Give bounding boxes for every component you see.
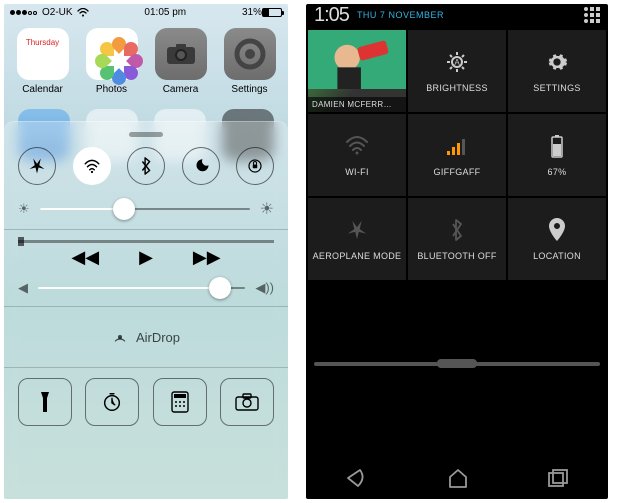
signal-dots-icon [10,7,38,18]
slider-track[interactable] [40,208,250,210]
home-button[interactable] [447,468,469,488]
camera-icon [155,28,207,80]
rewind-button[interactable]: ◀◀ [71,247,99,268]
airplane-icon [346,217,368,243]
quick-settings-toggle-icon[interactable] [584,7,600,23]
flashlight-button[interactable] [18,378,72,426]
app-camera[interactable]: Camera [153,28,209,95]
tile-bluetooth[interactable]: BLUETOOTH OFF [408,198,506,280]
tile-wifi[interactable]: WI-FI [308,114,406,196]
home-row: Thursday7 Calendar Photos Camera [4,20,288,109]
timer-button[interactable] [85,378,139,426]
svg-text:A: A [454,58,460,67]
divider [4,367,288,368]
date-label: THU 7 NOVEMBER [357,10,444,20]
panel-drag-handle[interactable] [314,362,600,366]
signal-icon [446,133,468,159]
tile-label: BRIGHTNESS [426,83,488,93]
rotation-lock-toggle[interactable] [236,147,274,185]
calendar-daynum: 7 [36,47,49,71]
utility-row [18,378,274,426]
tile-location[interactable]: LOCATION [508,198,606,280]
bluetooth-toggle[interactable] [127,147,165,185]
tile-label: WI-FI [345,167,369,177]
battery-pct-label: 31% [242,7,262,18]
ios-screenshot: O2-UK 01:05 pm 31% Thursday7 Calendar [4,4,288,499]
battery-icon [262,8,282,17]
tile-signal[interactable]: GIFFGAFF [408,114,506,196]
tile-settings[interactable]: SETTINGS [508,30,606,112]
app-calendar[interactable]: Thursday7 Calendar [15,28,71,95]
slider-track[interactable] [38,287,245,289]
avatar [308,30,406,89]
brightness-high-icon: ☀︎ [260,199,274,219]
tile-label: SETTINGS [533,83,580,93]
tile-label: 67% [548,167,567,177]
tile-label: LOCATION [533,251,581,261]
airplane-toggle[interactable] [18,147,56,185]
volume-low-icon: ◀ [18,280,28,296]
tile-brightness[interactable]: A BRIGHTNESS [408,30,506,112]
airdrop-icon [112,329,128,345]
tile-label: AEROPLANE MODE [313,251,402,261]
battery-icon [550,133,564,159]
wifi-icon [345,133,369,159]
airdrop-button[interactable]: AirDrop [18,317,274,357]
tile-airplane[interactable]: AEROPLANE MODE [308,198,406,280]
clock-label: 01:05 pm [89,7,242,18]
calculator-button[interactable] [153,378,207,426]
grabber-handle[interactable] [129,132,163,137]
tile-label: BLUETOOTH OFF [417,251,496,261]
app-label: Settings [231,84,267,95]
app-settings[interactable]: Settings [222,28,278,95]
location-icon [548,217,566,243]
brightness-slider[interactable]: ☀︎ ☀︎ [18,199,274,219]
back-button[interactable] [346,468,368,488]
calendar-icon: Thursday7 [17,28,69,80]
android-status-bar: 1:05 THU 7 NOVEMBER [306,4,608,26]
volume-slider[interactable]: ◀ ◀)) [18,280,274,296]
brightness-icon: A [445,49,469,75]
wifi-status-icon [77,8,89,17]
quick-settings-grid: DAMIEN MCFERR… A BRIGHTNESS SETTINGS WI-F… [306,26,608,282]
camera-button[interactable] [220,378,274,426]
android-screenshot: 1:05 THU 7 NOVEMBER DAMIEN MCFERR… A BRIG… [306,4,608,499]
divider [4,306,288,307]
tile-user[interactable]: DAMIEN MCFERR… [308,30,406,112]
volume-high-icon: ◀)) [255,280,274,296]
android-nav-bar [306,457,608,499]
app-label: Calendar [22,84,63,95]
photos-icon [86,28,138,80]
toggle-row [18,147,274,185]
tile-label: GIFFGAFF [434,167,481,177]
play-button[interactable]: ▶ [139,247,153,268]
recents-button[interactable] [548,469,568,487]
settings-icon [224,28,276,80]
divider [4,229,288,230]
control-center: ☀︎ ☀︎ ◀◀ ▶ ▶▶ ◀ ◀)) AirDrop [4,121,288,499]
forward-button[interactable]: ▶▶ [193,247,221,268]
dnd-toggle[interactable] [182,147,220,185]
carrier-label: O2-UK [42,7,73,18]
scrub-bar[interactable] [18,240,274,243]
app-label: Photos [96,84,127,95]
bluetooth-icon [450,217,464,243]
app-photos[interactable]: Photos [84,28,140,95]
tile-battery[interactable]: 67% [508,114,606,196]
gear-icon [546,49,568,75]
media-controls: ◀◀ ▶ ▶▶ [18,247,274,268]
clock-label: 1:05 [314,4,349,27]
app-label: Camera [163,84,199,95]
tile-label: DAMIEN MCFERR… [308,97,406,112]
airdrop-label: AirDrop [136,330,180,345]
wifi-toggle[interactable] [73,147,111,185]
ios-status-bar: O2-UK 01:05 pm 31% [4,4,288,20]
brightness-low-icon: ☀︎ [18,201,30,217]
